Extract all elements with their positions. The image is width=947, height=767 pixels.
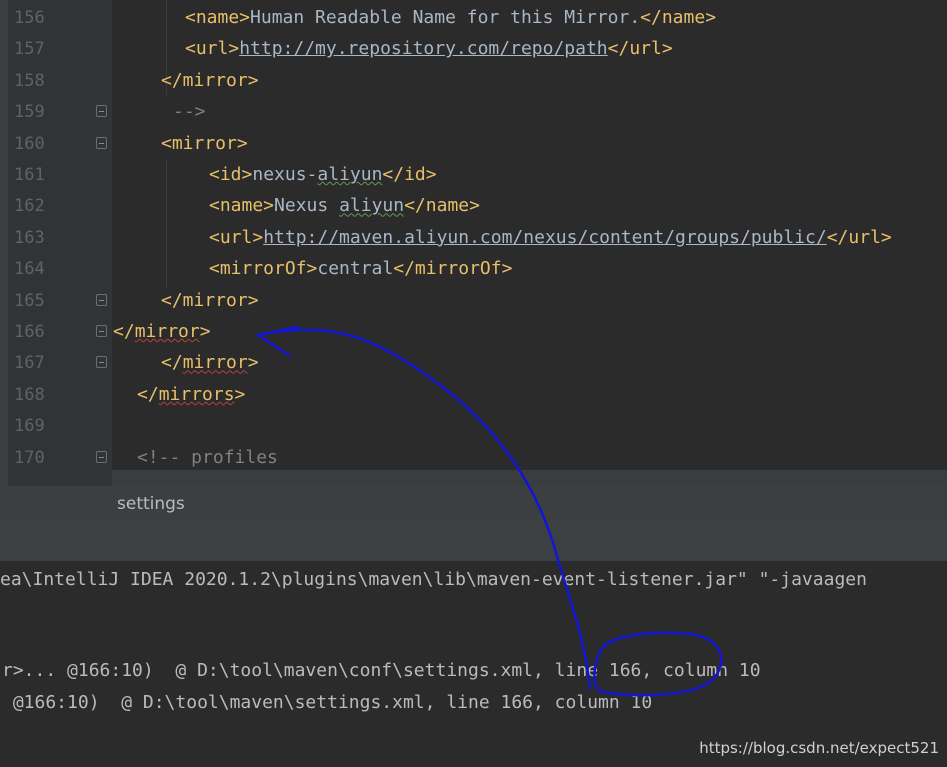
code-line[interactable]: 168 </mirrors> xyxy=(0,380,947,411)
code-token: </ xyxy=(113,321,135,342)
code-token: <!-- profiles xyxy=(137,446,278,468)
code-text: <id>nexus-aliyun</id> xyxy=(209,165,437,185)
line-number: 160 xyxy=(14,133,45,154)
code-token: http://maven.aliyun.com/nexus/content/gr… xyxy=(263,226,827,248)
code-token: > xyxy=(247,352,259,374)
line-number: 169 xyxy=(14,416,45,437)
line-number: 157 xyxy=(14,39,45,60)
watermark: https://blog.csdn.net/expect521 xyxy=(699,739,939,757)
code-line[interactable]: 164 <mirrorOf>central</mirrorOf> xyxy=(0,254,947,285)
code-line[interactable]: 167 </mirror> xyxy=(0,348,947,379)
line-number: 167 xyxy=(14,353,45,374)
code-token: </name> xyxy=(404,195,480,217)
line-number: 165 xyxy=(14,290,45,311)
code-token: nexus- xyxy=(252,164,318,185)
code-token: > xyxy=(199,321,211,342)
code-text: <mirror> xyxy=(161,132,248,154)
breadcrumb-bar: settings xyxy=(0,486,947,520)
code-token: </ xyxy=(137,383,159,405)
code-token: aliyun xyxy=(339,195,405,217)
code-token: http://my.repository.com/repo/path xyxy=(239,38,608,60)
console-output[interactable]: ea\IntelliJ IDEA 2020.1.2\plugins\maven\… xyxy=(0,561,947,767)
code-text: <url>http://my.repository.com/repo/path<… xyxy=(185,39,673,59)
code-text: </mirror> xyxy=(161,289,259,311)
code-token: </mirror> xyxy=(161,289,259,311)
console-line: r>... @166:10) @ D:\tool\maven\conf\sett… xyxy=(2,660,761,681)
code-text: </mirror> xyxy=(161,69,259,91)
horizontal-scrollbar[interactable] xyxy=(112,470,947,486)
code-token: </id> xyxy=(382,164,437,185)
code-text: <!-- profiles xyxy=(137,446,278,468)
code-token: </ xyxy=(161,352,183,374)
line-number: 162 xyxy=(14,196,45,217)
code-text: <url>http://maven.aliyun.com/nexus/conte… xyxy=(209,226,892,248)
code-token: <mirror> xyxy=(161,132,248,154)
code-text: <name>Nexus aliyun</name> xyxy=(209,196,480,216)
code-token: <name> xyxy=(209,195,275,217)
fold-toggle-icon[interactable] xyxy=(96,293,107,306)
code-token: <mirrorOf> xyxy=(209,258,318,280)
fold-toggle-icon[interactable] xyxy=(96,325,107,337)
line-number: 158 xyxy=(14,70,45,91)
code-token: central xyxy=(317,258,394,280)
code-token: </mirror> xyxy=(161,69,259,91)
code-text: <name>Human Readable Name for this Mirro… xyxy=(185,8,716,28)
code-token: mirrors xyxy=(158,383,235,405)
code-line[interactable]: 169 xyxy=(0,411,947,442)
line-number: 156 xyxy=(14,8,45,28)
code-token: <url> xyxy=(209,226,264,248)
line-number: 166 xyxy=(14,322,45,342)
code-token: aliyun xyxy=(317,164,383,185)
code-token: <url> xyxy=(185,38,240,60)
code-line[interactable]: 166 </mirror> xyxy=(0,317,947,348)
line-number: 159 xyxy=(14,102,45,123)
code-editor[interactable]: 156 <name>Human Readable Name for this Mi… xyxy=(0,0,947,486)
code-line[interactable]: 170 <!-- profiles xyxy=(0,443,947,474)
line-number: 161 xyxy=(14,165,45,185)
console-line: @166:10) @ D:\tool\maven\settings.xml, l… xyxy=(2,692,653,713)
code-text: <mirrorOf>central</mirrorOf> xyxy=(209,259,512,279)
code-text: </mirror> xyxy=(113,322,211,342)
code-token: mirror xyxy=(182,352,248,374)
line-number: 168 xyxy=(14,384,45,405)
code-text: </mirrors> xyxy=(137,383,246,405)
line-number: 170 xyxy=(14,447,45,468)
fold-toggle-icon[interactable] xyxy=(96,136,107,149)
run-toolbar xyxy=(0,520,947,561)
code-token: </url> xyxy=(607,38,673,60)
code-line[interactable]: 163 <url>http://maven.aliyun.com/nexus/co… xyxy=(0,223,947,254)
breadcrumb-item-settings[interactable]: settings xyxy=(117,494,185,514)
line-number: 164 xyxy=(14,259,45,280)
code-line[interactable]: 161 <id>nexus-aliyun</id> xyxy=(0,160,947,191)
fold-toggle-icon[interactable] xyxy=(96,356,107,369)
code-line[interactable]: 165 </mirror> xyxy=(0,286,947,317)
fold-toggle-icon[interactable] xyxy=(96,105,107,118)
code-line[interactable]: 156 <name>Human Readable Name for this Mi… xyxy=(0,3,947,34)
code-token: Human Readable Name for this Mirror. xyxy=(250,7,641,28)
code-token: Nexus xyxy=(274,195,340,217)
fold-toggle-icon[interactable] xyxy=(96,450,107,463)
code-line[interactable]: 160 <mirror> xyxy=(0,129,947,160)
code-token: </url> xyxy=(826,226,892,248)
code-token: <name> xyxy=(185,7,251,28)
code-text: --> xyxy=(173,102,206,122)
code-line[interactable]: 158 </mirror> xyxy=(0,66,947,97)
code-token: --> xyxy=(173,101,206,123)
code-line[interactable]: 157 <url>http://my.repository.com/repo/pa… xyxy=(0,34,947,65)
code-line[interactable]: 162 <name>Nexus aliyun</name> xyxy=(0,191,947,222)
code-token: <id> xyxy=(209,164,253,185)
line-number: 163 xyxy=(14,227,45,248)
console-line: ea\IntelliJ IDEA 2020.1.2\plugins\maven\… xyxy=(0,569,867,590)
code-text: </mirror> xyxy=(161,353,259,373)
code-token: </mirrorOf> xyxy=(393,258,513,280)
code-token: </name> xyxy=(640,7,717,28)
code-token: > xyxy=(234,383,246,405)
code-line[interactable]: 159 --> xyxy=(0,97,947,128)
code-token: mirror xyxy=(134,321,200,342)
